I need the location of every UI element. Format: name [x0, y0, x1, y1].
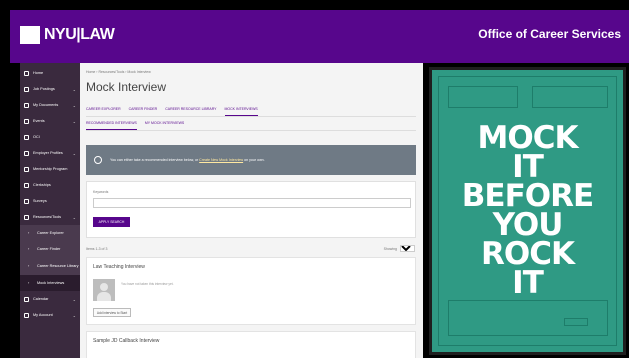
sidebar-item-label: My Documents: [33, 103, 59, 107]
results-count: Items 1-3 of 3: [86, 247, 108, 251]
interview-status: You have not taken this interview yet.: [121, 282, 174, 286]
sidebar-item-label: Career Explorer: [37, 231, 64, 235]
sidebar-item-oci[interactable]: OCI: [20, 129, 80, 145]
sidebar-item-surveys[interactable]: Surveys: [20, 193, 80, 209]
sidebar-item-label: OCI: [33, 135, 40, 139]
nyu-law-logo[interactable]: NYU|LAW: [20, 24, 115, 46]
sidebar-item-my-account[interactable]: My Account ⌄: [20, 307, 80, 323]
presentation-frame: NYU|LAW Office of Career Services Home J…: [0, 0, 629, 358]
notice-text: You can either take a recommended interv…: [110, 158, 265, 162]
briefcase-icon: [24, 86, 29, 92]
logo-text: NYU|LAW: [44, 26, 115, 43]
interview-title[interactable]: Sample JD Callback Interview: [93, 338, 159, 344]
mentor-icon: [24, 166, 29, 172]
sidebar-item-events[interactable]: Events ⌄: [20, 113, 80, 129]
sidebar-item-label: Employer Profiles: [33, 151, 63, 155]
main-content: Home › Resources/Tools › Mock Interview …: [80, 63, 423, 358]
keywords-label: Keywords: [93, 190, 109, 194]
sidebar-item-mentorship-program[interactable]: Mentorship Program: [20, 161, 80, 177]
sidebar-item-label: Mock Interviews: [37, 281, 65, 285]
sidebar-item-career-explorer[interactable]: › Career Explorer: [20, 225, 80, 241]
sidebar-item-label: Career Finder: [37, 247, 61, 251]
poster-headline: MOCK IT BEFORE YOU ROCK IT: [432, 123, 623, 301]
gavel-icon: [24, 182, 29, 188]
keywords-input[interactable]: [93, 198, 411, 208]
chevron-down-icon: ⌄: [72, 118, 76, 124]
apply-search-button[interactable]: Apply Search: [93, 217, 130, 227]
chevron-down-icon: ⌄: [72, 86, 76, 92]
chevron-down-icon: ⌄: [72, 296, 76, 302]
site-header: NYU|LAW Office of Career Services: [10, 10, 629, 63]
sidebar: Home Job Postings ⌄ My Documents ⌄ Events ⌄…: [20, 63, 80, 358]
subtab-bar: Recommended Interviews My Mock Interview…: [86, 121, 416, 131]
page-size-select[interactable]: 25: [400, 245, 415, 252]
chevron-right-icon: ›: [28, 263, 30, 268]
poster-doodle: [532, 86, 608, 108]
sidebar-item-label: Surveys: [33, 199, 47, 203]
list-icon: [24, 198, 29, 204]
sidebar-item-label: Home: [33, 71, 44, 75]
tab-mock-interviews[interactable]: Mock Interviews: [224, 107, 258, 116]
create-mock-interview-link[interactable]: Create New Mock Interview: [199, 158, 243, 162]
tools-icon: [24, 214, 29, 220]
sidebar-item-label: Calendar: [33, 297, 49, 301]
sidebar-item-label: Career Resource Library: [37, 264, 79, 268]
sidebar-item-resources-tools[interactable]: Resources/Tools ⌄: [20, 209, 80, 225]
tab-my-mock-interviews[interactable]: My Mock Interviews: [145, 121, 184, 130]
interview-card: Law Teaching Interview You have not take…: [86, 257, 416, 325]
people-icon: [24, 134, 29, 140]
document-icon: [24, 102, 29, 108]
sidebar-item-my-documents[interactable]: My Documents ⌄: [20, 97, 80, 113]
poster-doodle: [448, 86, 518, 108]
poster-word: IT: [512, 265, 544, 301]
torch-icon: [20, 26, 40, 44]
tab-career-resource-library[interactable]: Career Resource Library: [165, 107, 216, 116]
breadcrumb[interactable]: Home › Resources/Tools › Mock Interview: [86, 70, 151, 74]
app-screenshot: Home Job Postings ⌄ My Documents ⌄ Events ⌄…: [20, 63, 423, 358]
sidebar-item-job-postings[interactable]: Job Postings ⌄: [20, 81, 80, 97]
chevron-down-icon: ⌄: [72, 102, 76, 108]
sidebar-item-label: Job Postings: [33, 87, 55, 91]
poster-doodle: [564, 318, 588, 326]
tab-bar: Career Explorer Career Finder Career Res…: [86, 107, 416, 117]
chevron-right-icon: ›: [28, 280, 30, 285]
home-icon: [24, 70, 29, 76]
tab-career-explorer[interactable]: Career Explorer: [86, 107, 121, 116]
tab-career-finder[interactable]: Career Finder: [129, 107, 158, 116]
sidebar-item-home[interactable]: Home: [20, 65, 80, 81]
header-title: Office of Career Services: [478, 27, 621, 41]
pin-icon: [24, 118, 29, 124]
info-notice: You can either take a recommended interv…: [86, 145, 416, 175]
tab-recommended-interviews[interactable]: Recommended Interviews: [86, 121, 137, 130]
chevron-down-icon: ⌄: [72, 214, 76, 220]
sidebar-item-career-finder[interactable]: › Career Finder: [20, 241, 80, 257]
sidebar-item-calendar[interactable]: Calendar ⌄: [20, 291, 80, 307]
user-icon: [24, 312, 29, 318]
sidebar-item-label: Mentorship Program: [33, 167, 68, 171]
chevron-down-icon: ⌄: [72, 150, 76, 156]
building-icon: [24, 150, 29, 156]
start-interview-button[interactable]: Add interview to Start: [93, 308, 131, 317]
sidebar-item-career-resource-library[interactable]: › Career Resource Library: [20, 257, 80, 275]
chevron-right-icon: ›: [28, 246, 30, 251]
sidebar-item-label: Events: [33, 119, 45, 123]
sidebar-item-mock-interviews[interactable]: › Mock Interviews: [20, 275, 80, 291]
sidebar-item-label: Resources/Tools: [33, 215, 62, 219]
showing-label: Showing: [383, 246, 397, 251]
search-panel: Keywords Apply Search: [86, 181, 416, 238]
chevron-right-icon: ›: [28, 230, 30, 235]
interview-title[interactable]: Law Teaching Interview: [93, 264, 145, 270]
page-size-control: Showing 25: [384, 245, 415, 252]
lightbulb-icon: [94, 156, 102, 164]
avatar: [93, 279, 115, 301]
sidebar-item-label: My Account: [33, 313, 53, 317]
mock-it-poster: MOCK IT BEFORE YOU ROCK IT: [429, 67, 626, 355]
page-title: Mock Interview: [86, 80, 167, 94]
interview-card: Sample JD Callback Interview: [86, 331, 416, 358]
calendar-icon: [24, 296, 29, 302]
sidebar-item-label: Clerkships: [33, 183, 51, 187]
sidebar-item-employer-profiles[interactable]: Employer Profiles ⌄: [20, 145, 80, 161]
chevron-down-icon: ⌄: [72, 312, 76, 318]
sidebar-item-clerkships[interactable]: Clerkships: [20, 177, 80, 193]
